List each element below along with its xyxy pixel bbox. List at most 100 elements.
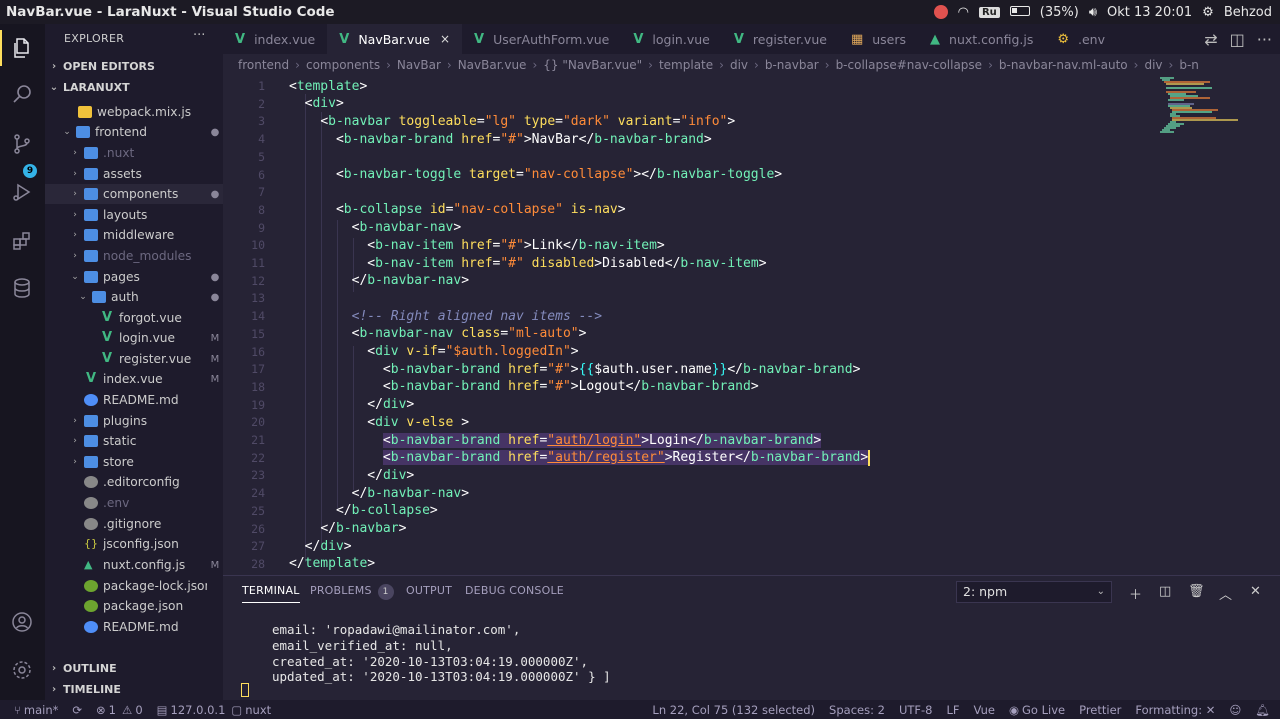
tab-register-vue[interactable]: Vregister.vue (722, 24, 839, 54)
close-tab-icon[interactable]: × (440, 32, 450, 46)
tab-users[interactable]: ▦ users (839, 24, 918, 54)
breadcrumb-item[interactable]: b-navbar-nav.ml-auto (999, 58, 1128, 72)
breadcrumb-item[interactable]: {} "NavBar.vue" (543, 58, 642, 72)
code-line[interactable]: 18 <b-navbar-brand href="#">Logout</b-na… (223, 378, 1280, 396)
breadcrumb-item[interactable]: components (306, 58, 380, 72)
code-line[interactable]: 17 <b-navbar-brand href="#">{{$auth.user… (223, 360, 1280, 378)
kill-terminal-icon[interactable]: 🗑︎ (1188, 584, 1205, 599)
wifi-icon[interactable]: ◠ (958, 5, 969, 20)
split-terminal-icon[interactable]: ◫ (1159, 584, 1171, 599)
formatting[interactable]: Formatting: ✕ (1135, 703, 1215, 717)
code-line[interactable]: 2 <div> (223, 95, 1280, 113)
datetime[interactable]: Okt 13 20:01 (1107, 5, 1192, 20)
code-line[interactable]: 8 <b-collapse id="nav-collapse" is-nav> (223, 201, 1280, 219)
folder-item[interactable]: › middleware (45, 225, 223, 245)
tab-index-vue[interactable]: Vindex.vue (223, 24, 327, 54)
outline-section[interactable]: › OUTLINE (45, 658, 223, 678)
breadcrumb-item[interactable]: b-collapse#nav-collapse (836, 58, 983, 72)
file-item[interactable]: Vregister.vue M (45, 349, 223, 369)
more-actions-icon[interactable]: ··· (193, 28, 205, 43)
tab-problems[interactable]: PROBLEMS 1 (310, 584, 394, 600)
code-line[interactable]: 6 <b-navbar-toggle target="nav-collapse"… (223, 166, 1280, 184)
db-host[interactable]: 127.0.0.1 (171, 703, 226, 717)
code-line[interactable]: 26 </b-navbar> (223, 520, 1280, 538)
folder-item[interactable]: ⌄ pages ● (45, 267, 223, 287)
tab-userauthform-vue[interactable]: V UserAuthForm.vue (462, 24, 621, 54)
breadcrumb-item[interactable]: NavBar (397, 58, 441, 72)
code-line[interactable]: 16 <div v-if="$auth.loggedIn"> (223, 343, 1280, 361)
close-panel-icon[interactable]: ✕ (1250, 584, 1261, 599)
account-icon[interactable] (8, 608, 36, 636)
file-item[interactable]: webpack.mix.js (45, 102, 223, 122)
code-line[interactable]: 24 </b-navbar-nav> (223, 484, 1280, 502)
source-control-icon[interactable] (8, 130, 36, 158)
breadcrumb-item[interactable]: NavBar.vue (458, 58, 527, 72)
code-line[interactable]: 5 (223, 148, 1280, 166)
tab-nuxt-config[interactable]: ▲ nuxt.config.js (918, 24, 1045, 54)
code-line[interactable]: 20 <div v-else > (223, 413, 1280, 431)
folder-item[interactable]: › .nuxt (45, 143, 223, 163)
file-item[interactable]: README.md (45, 617, 223, 637)
code-line[interactable]: 4 <b-navbar-brand href="#">NavBar</b-nav… (223, 130, 1280, 148)
code-line[interactable]: 1 <template> (223, 77, 1280, 95)
file-item[interactable]: Vforgot.vue (45, 308, 223, 328)
file-item[interactable]: package.json (45, 596, 223, 616)
battery-icon[interactable] (1009, 5, 1030, 20)
git-branch[interactable]: main* (24, 703, 58, 717)
keyboard-layout[interactable]: Ru (978, 6, 1000, 18)
tab-terminal[interactable]: TERMINAL (242, 584, 300, 603)
timeline-section[interactable]: › TIMELINE (45, 679, 223, 699)
code-line[interactable]: 7 (223, 183, 1280, 201)
code-line[interactable]: 21 <b-navbar-brand href="auth/login">Log… (223, 431, 1280, 449)
code-line[interactable]: 12 </b-navbar-nav> (223, 272, 1280, 290)
prettier[interactable]: Prettier (1079, 703, 1121, 717)
tab-env[interactable]: ⚙ .env (1045, 24, 1117, 54)
folder-item[interactable]: ⌄ frontend ● (45, 122, 223, 142)
compare-icon[interactable]: ⇄ (1204, 30, 1217, 49)
code-line[interactable]: 23 </div> (223, 466, 1280, 484)
feedback-icon[interactable]: ☺ (1229, 703, 1241, 717)
folder-item[interactable]: › components ● (45, 184, 223, 204)
file-item[interactable]: Vindex.vue M (45, 369, 223, 389)
code-line[interactable]: 9 <b-navbar-nav> (223, 219, 1280, 237)
new-terminal-icon[interactable]: ＋ (1129, 584, 1142, 603)
split-editor-icon[interactable]: ◫ (1230, 30, 1245, 49)
file-item[interactable]: package-lock.json (45, 576, 223, 596)
warning-count[interactable]: 0 (135, 703, 142, 717)
code-line[interactable]: 3 <b-navbar toggleable="lg" type="dark" … (223, 112, 1280, 130)
open-editors-section[interactable]: › OPEN EDITORS (45, 56, 223, 76)
more-actions-icon[interactable]: ··· (1257, 30, 1272, 49)
encoding[interactable]: UTF-8 (899, 703, 933, 717)
folder-item[interactable]: ⌄ auth ● (45, 287, 223, 307)
code-line[interactable]: 14 <!-- Right aligned nav items --> (223, 307, 1280, 325)
file-item[interactable]: README.md (45, 390, 223, 410)
minimap[interactable] (1158, 76, 1280, 136)
code-line[interactable]: 19 </div> (223, 396, 1280, 414)
terminal-select[interactable]: 2: npm ⌄ (956, 581, 1112, 603)
code-line[interactable]: 25 </b-collapse> (223, 502, 1280, 520)
folder-item[interactable]: › static (45, 431, 223, 451)
file-item[interactable]: {} jsconfig.json (45, 534, 223, 554)
folder-item[interactable]: › store (45, 452, 223, 472)
language-mode[interactable]: Vue (974, 703, 995, 717)
code-line[interactable]: 27 </div> (223, 537, 1280, 555)
user-name[interactable]: Behzod (1224, 5, 1272, 20)
sync-icon[interactable]: ⟳ (72, 703, 82, 717)
breadcrumb-item[interactable]: b-n (1179, 58, 1199, 72)
run-debug-icon[interactable] (8, 178, 36, 206)
code-line[interactable]: 11 <b-nav-item href="#" disabled>Disable… (223, 254, 1280, 272)
manage-gear-icon[interactable] (8, 656, 36, 684)
go-live[interactable]: Go Live (1022, 703, 1065, 717)
breadcrumb-item[interactable]: b-navbar (765, 58, 819, 72)
tab-navbar-vue[interactable]: V NavBar.vue × (327, 24, 462, 54)
indentation[interactable]: Spaces: 2 (829, 703, 885, 717)
maximize-panel-icon[interactable]: ︿ (1219, 584, 1232, 603)
folder-item[interactable]: › assets (45, 164, 223, 184)
code-editor[interactable]: 1 <template> 2 <div> 3 <b-navbar toggleable… (223, 76, 1280, 575)
breadcrumb-item[interactable]: template (659, 58, 713, 72)
extensions-icon[interactable] (8, 227, 36, 255)
breadcrumb-item[interactable]: div (1144, 58, 1162, 72)
error-count[interactable]: 1 (109, 703, 116, 717)
tab-login-vue[interactable]: Vlogin.vue (621, 24, 722, 54)
notifications-icon[interactable]: 🔔︎ (1255, 703, 1270, 717)
